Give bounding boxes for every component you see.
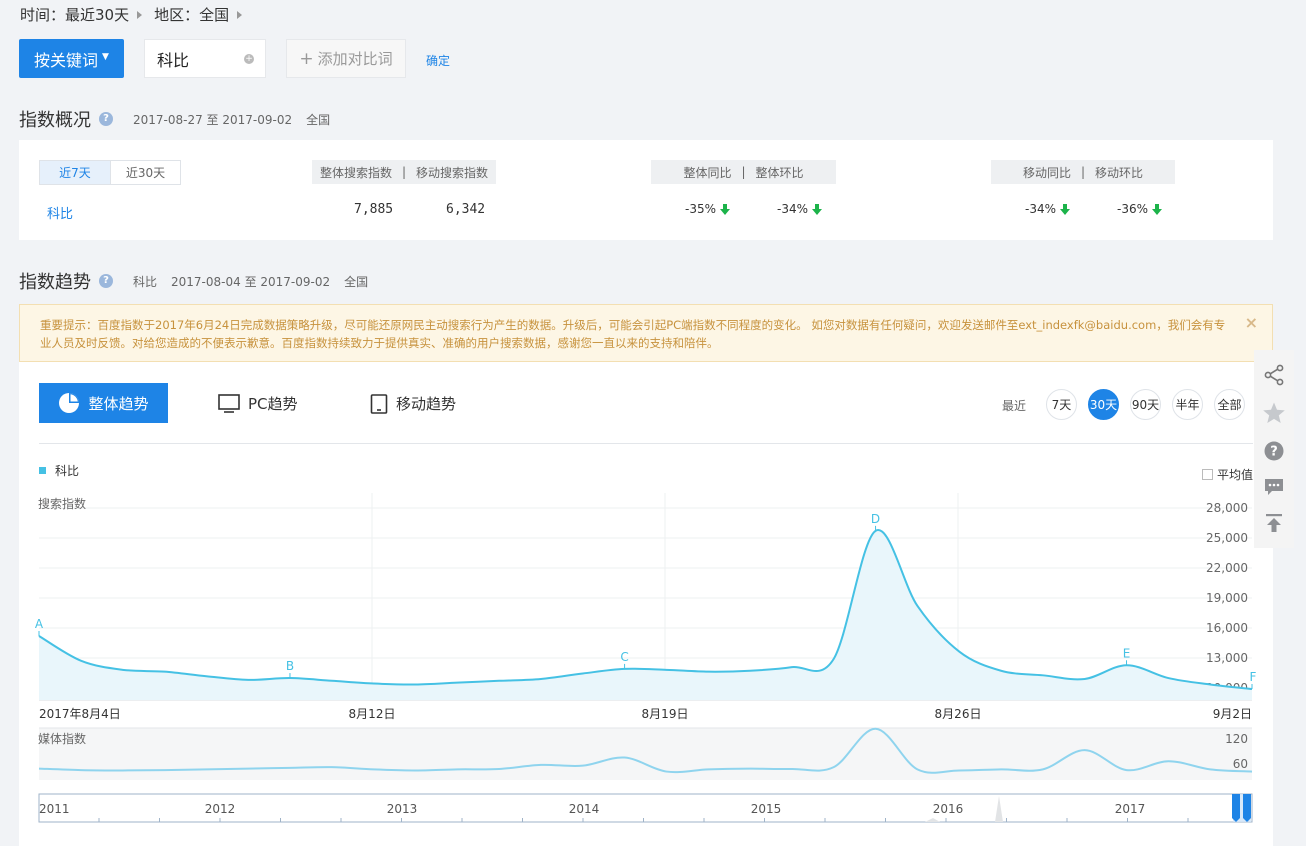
side-toolbar: ? bbox=[1254, 350, 1294, 548]
y-axis-label: 搜索指数 bbox=[38, 496, 86, 511]
marker-label: E bbox=[1123, 646, 1131, 660]
timeline-year-label: 2015 bbox=[751, 802, 782, 816]
timeline-year-label: 2014 bbox=[569, 802, 600, 816]
marker-label: F bbox=[1250, 670, 1257, 684]
x-tick-label: 8月26日 bbox=[935, 707, 982, 721]
trend-chart: 28,00025,00022,00019,00016,00013,00010,0… bbox=[35, 493, 1257, 823]
timeline-year-label: 2017 bbox=[1115, 802, 1146, 816]
marker-label: A bbox=[35, 617, 44, 631]
y-tick-label: 28,000 bbox=[1206, 501, 1248, 515]
x-tick-label: 8月12日 bbox=[349, 707, 396, 721]
series-line bbox=[38, 529, 1253, 691]
y-tick-label: 16,000 bbox=[1206, 621, 1248, 635]
media-label: 媒体指数 bbox=[38, 731, 86, 746]
media-y-tick: 120 bbox=[1225, 732, 1248, 746]
svg-text:?: ? bbox=[1270, 444, 1278, 459]
y-tick-label: 19,000 bbox=[1206, 591, 1248, 605]
marker-label: D bbox=[871, 512, 880, 526]
series-area bbox=[39, 530, 1252, 700]
x-tick-label: 8月19日 bbox=[642, 707, 689, 721]
y-tick-label: 13,000 bbox=[1206, 651, 1248, 665]
back-to-top-icon[interactable] bbox=[1264, 512, 1284, 534]
timeline-year-label: 2012 bbox=[205, 802, 236, 816]
comment-icon[interactable] bbox=[1263, 477, 1285, 497]
marker-label: C bbox=[620, 650, 628, 664]
timeline-year-label: 2016 bbox=[933, 802, 964, 816]
x-tick-label: 9月2日 bbox=[1213, 707, 1252, 721]
share-icon[interactable] bbox=[1263, 364, 1285, 386]
timeline-handle[interactable] bbox=[1232, 794, 1240, 822]
star-icon[interactable] bbox=[1262, 401, 1286, 425]
marker-label: B bbox=[286, 659, 294, 673]
y-tick-label: 22,000 bbox=[1206, 561, 1248, 575]
timeline-year-label: 2011 bbox=[39, 802, 70, 816]
help-circle-icon[interactable]: ? bbox=[1264, 441, 1284, 461]
timeline-year-label: 2013 bbox=[387, 802, 418, 816]
media-y-tick: 60 bbox=[1233, 757, 1248, 771]
y-tick-label: 25,000 bbox=[1206, 531, 1248, 545]
x-tick-label: 2017年8月4日 bbox=[39, 707, 121, 721]
timeline-handle[interactable] bbox=[1243, 794, 1251, 822]
